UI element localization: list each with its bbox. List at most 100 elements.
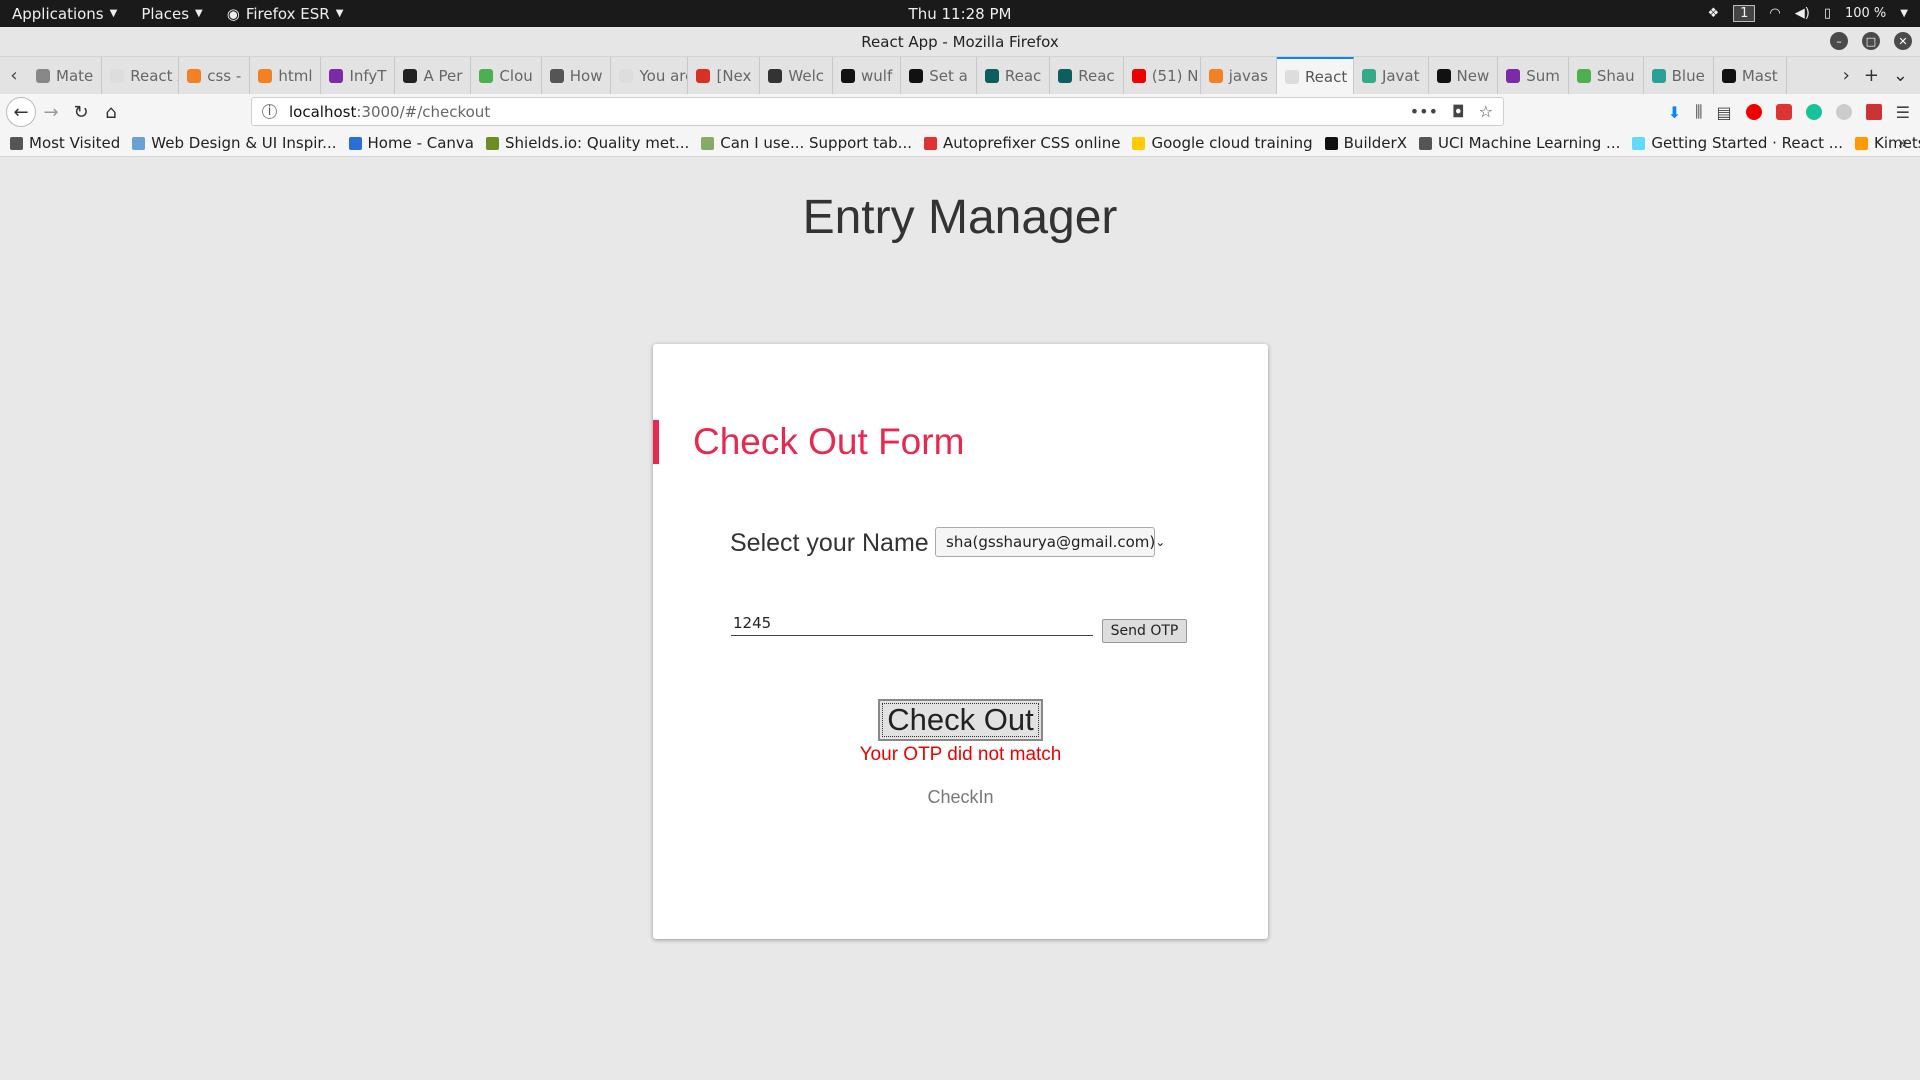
tab[interactable]: A Per	[395, 57, 472, 94]
tab-favicon-icon	[1058, 68, 1073, 83]
tab-active[interactable]: React✕	[1276, 57, 1354, 94]
otp-input[interactable]: 1245	[731, 608, 1093, 636]
tab-favicon-icon	[110, 68, 125, 83]
clock[interactable]: Thu 11:28 PM	[909, 5, 1012, 23]
system-tray[interactable]: ❖ 1 ◠ ◀) ▯ 100 % ▼	[1707, 0, 1908, 27]
caret-down-icon: ▼	[109, 8, 118, 19]
list-all-tabs-icon[interactable]: ⌄	[1893, 65, 1908, 86]
home-button[interactable]: ⌂	[96, 97, 126, 127]
tab-label: InfyT	[349, 66, 387, 85]
tab[interactable]: InfyT	[321, 57, 396, 94]
caret-down-icon: ▼	[335, 8, 344, 19]
reload-button[interactable]: ↻	[66, 97, 96, 127]
tab[interactable]: Mate	[28, 57, 103, 94]
tab[interactable]: React Ap	[102, 57, 180, 94]
tab-bar: ‹ Mate React Ap css - html InfyT A Per Clou How…	[0, 57, 1920, 94]
dropbox-icon[interactable]: ❖	[1707, 6, 1719, 21]
tab-label: Blue	[1671, 66, 1705, 85]
bookmark-favicon-icon	[10, 136, 23, 150]
bookmark-item[interactable]: Home - Canva	[348, 134, 474, 152]
tab-favicon-icon	[329, 68, 344, 83]
more-bookmarks-icon[interactable]: »	[1898, 133, 1908, 153]
bookmark-label: Shields.io: Quality met...	[505, 134, 690, 152]
tab-label: Welc	[788, 66, 825, 85]
tab[interactable]: (51) N	[1124, 57, 1201, 94]
tab[interactable]: Set a	[901, 57, 977, 94]
tab[interactable]: Shau	[1569, 57, 1644, 94]
pocket-icon[interactable]: ◘	[1452, 102, 1465, 121]
name-select[interactable]: sha(gsshaurya@gmail.com) ⌄	[935, 527, 1165, 557]
places-menu[interactable]: Places ▼	[129, 0, 214, 27]
bookmark-label: Autoprefixer CSS online	[942, 134, 1121, 152]
bookmark-item[interactable]: Getting Started · React ...	[1632, 134, 1843, 152]
window-controls: – □ ✕	[1830, 32, 1912, 50]
minimize-icon[interactable]: –	[1830, 32, 1848, 50]
tab[interactable]: Blue	[1644, 57, 1714, 94]
tab[interactable]: Clou	[471, 57, 542, 94]
tab[interactable]: wulf	[833, 57, 902, 94]
tab[interactable]: [Nex	[688, 57, 761, 94]
bookmark-item[interactable]: Google cloud training	[1132, 134, 1313, 152]
app-title: Entry Manager	[802, 191, 1118, 244]
site-info-icon[interactable]: i	[262, 104, 277, 119]
check-out-button[interactable]: Check Out	[878, 699, 1043, 741]
send-otp-button[interactable]: Send OTP	[1102, 619, 1187, 643]
sidebar-icon[interactable]: ▤	[1717, 103, 1732, 122]
tab[interactable]: You are	[611, 57, 689, 94]
downloads-icon[interactable]: ⬇	[1668, 103, 1681, 122]
page-actions-icon[interactable]: •••	[1410, 102, 1438, 121]
bookmark-item[interactable]: UCI Machine Learning ...	[1418, 134, 1620, 152]
library-icon[interactable]: ⫼	[1695, 102, 1702, 122]
cors-extension-icon[interactable]	[1865, 104, 1882, 120]
globe-extension-icon[interactable]	[1835, 104, 1852, 120]
checkin-link[interactable]: CheckIn	[653, 787, 1268, 808]
bookmark-item[interactable]: Shields.io: Quality met...	[486, 134, 689, 152]
tab-label: You are	[639, 66, 687, 85]
tab[interactable]: Mast	[1714, 57, 1787, 94]
tab[interactable]: New	[1429, 57, 1499, 94]
opera-extension-icon[interactable]	[1745, 104, 1762, 120]
tab[interactable]: Welc	[760, 57, 834, 94]
firefox-app-menu[interactable]: ◉ Firefox ESR ▼	[215, 0, 356, 27]
bookmark-item[interactable]: BuilderX	[1324, 134, 1407, 152]
tab-label: Reac	[1078, 66, 1115, 85]
forward-button[interactable]: →	[36, 97, 66, 127]
bookmark-item[interactable]: Can I use... Support tab...	[701, 134, 912, 152]
tab[interactable]: How	[542, 57, 612, 94]
tab-favicon-icon	[36, 68, 50, 83]
tab-label: (51) N	[1151, 66, 1199, 85]
tab[interactable]: css -	[179, 57, 251, 94]
workspace-indicator[interactable]: 1	[1733, 5, 1756, 22]
bookmark-favicon-icon	[1324, 136, 1338, 150]
tab[interactable]: Reac	[977, 57, 1051, 94]
bookmark-favicon-icon	[1632, 136, 1646, 150]
tab[interactable]: Javat	[1354, 57, 1429, 94]
tab[interactable]: Sum	[1498, 57, 1569, 94]
maximize-icon[interactable]: □	[1862, 32, 1880, 50]
scroll-tabs-right-icon[interactable]: ›	[1843, 65, 1850, 86]
bookmark-favicon-icon	[1855, 136, 1869, 150]
close-icon[interactable]: ✕	[1894, 32, 1912, 50]
tab[interactable]: javas	[1201, 57, 1277, 94]
bookmark-item[interactable]: Most Visited	[10, 134, 120, 152]
bookmark-item[interactable]: Kimetsu no Yaiba Episo...	[1855, 134, 1920, 152]
tab-favicon-icon	[187, 68, 202, 83]
tab[interactable]: html	[250, 57, 322, 94]
screenshot-extension-icon[interactable]	[1775, 104, 1792, 120]
firefox-label: Firefox ESR	[245, 4, 330, 23]
scroll-tabs-left-icon[interactable]: ‹	[0, 65, 28, 86]
bookmark-label: Can I use... Support tab...	[720, 134, 912, 152]
tab-favicon-icon	[1131, 68, 1146, 83]
bookmark-item[interactable]: Autoprefixer CSS online	[923, 134, 1121, 152]
tab[interactable]: Reac	[1050, 57, 1124, 94]
url-bar[interactable]: i localhost :3000/#/checkout ••• ◘ ☆	[251, 97, 1504, 126]
grammarly-extension-icon[interactable]	[1805, 104, 1822, 120]
bookmark-item[interactable]: Web Design & UI Inspir...	[132, 134, 337, 152]
applications-menu[interactable]: Applications ▼	[0, 0, 129, 27]
url-host: localhost	[289, 102, 357, 121]
bookmark-star-icon[interactable]: ☆	[1479, 102, 1493, 121]
bookmarks-toolbar: Most Visited Web Design & UI Inspir... Hom…	[0, 130, 1920, 157]
menu-icon[interactable]: ☰	[1896, 103, 1910, 122]
back-button[interactable]: ←	[6, 97, 36, 127]
new-tab-icon[interactable]: +	[1864, 65, 1879, 86]
